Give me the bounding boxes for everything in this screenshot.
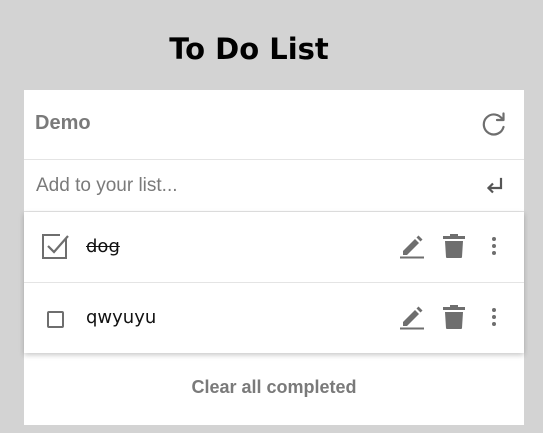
pencil-icon [400,306,424,330]
item-checkbox[interactable] [40,231,70,261]
refresh-button[interactable] [480,110,508,138]
trash-icon [443,234,465,258]
refresh-icon [482,112,505,136]
item-text: dog [86,236,120,257]
list-item: qwyuyu [24,283,524,353]
item-checkbox[interactable] [40,304,70,334]
enter-icon [486,177,503,194]
checkbox-checked-icon [42,234,69,259]
list-name: Demo [35,112,91,134]
pencil-icon [400,235,424,259]
todo-card: Demo dog [24,90,524,425]
item-text: qwyuyu [86,307,157,328]
more-vertical-icon [492,308,496,326]
enter-button[interactable] [483,174,507,198]
add-item-input[interactable] [36,172,466,200]
add-item-row [24,160,524,212]
more-vertical-icon [492,237,496,255]
todo-list: dog qwyuyu [24,212,524,353]
edit-button[interactable] [399,233,425,259]
more-options-button[interactable] [486,233,502,259]
more-options-button[interactable] [486,304,502,330]
list-item: dog [24,212,524,283]
list-footer: Clear all completed [24,353,524,425]
trash-icon [443,305,465,329]
app-title: To Do List [169,32,329,66]
delete-button[interactable] [442,304,466,330]
list-header: Demo [24,90,524,160]
clear-completed-button[interactable]: Clear all completed [24,377,524,398]
checkbox-unchecked-icon [47,311,64,328]
edit-button[interactable] [399,304,425,330]
delete-button[interactable] [442,233,466,259]
